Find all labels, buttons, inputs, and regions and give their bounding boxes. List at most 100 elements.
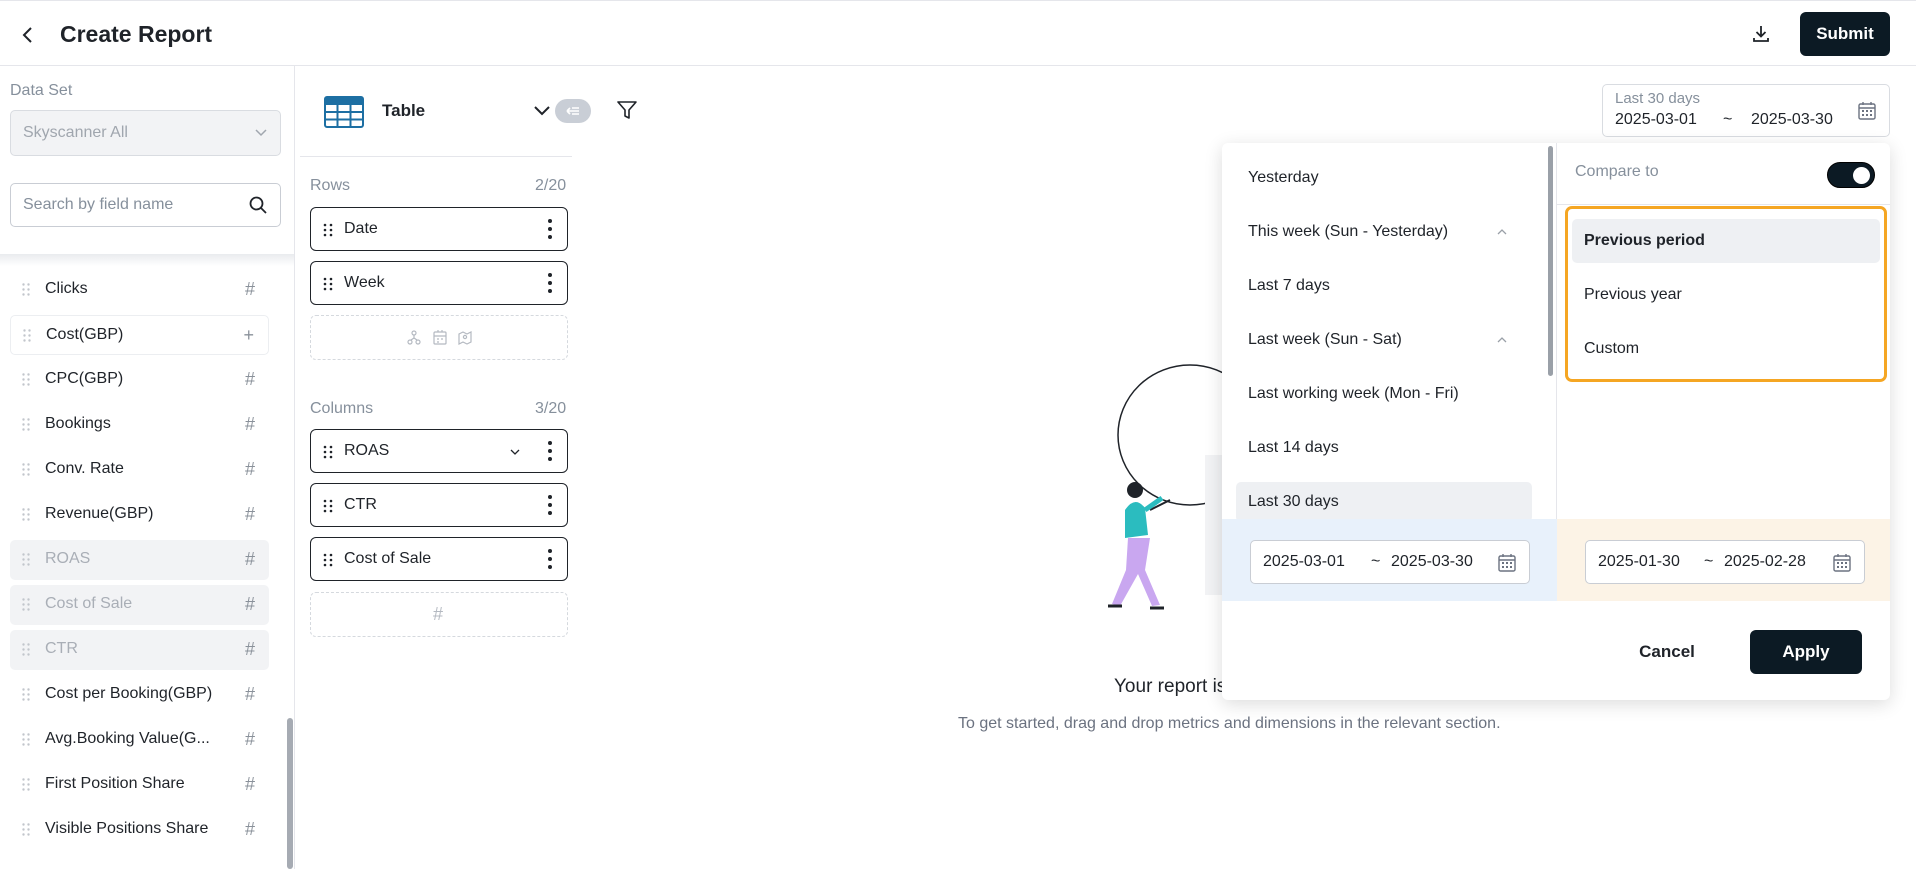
metric-type-icon: # bbox=[244, 279, 255, 299]
field-item-first-position-share[interactable]: First Position Share # bbox=[10, 765, 269, 805]
preset-last-7-days[interactable]: Last 7 days bbox=[1236, 266, 1532, 306]
metric-type-icon: # bbox=[244, 414, 255, 434]
drag-handle-icon[interactable] bbox=[22, 418, 30, 431]
preset-label: Last 30 days bbox=[1248, 493, 1339, 510]
back-icon[interactable] bbox=[18, 25, 38, 45]
metric-type-icon: # bbox=[244, 459, 255, 479]
chevron-down-icon[interactable] bbox=[533, 104, 551, 118]
column-chip-cost-of-sale[interactable]: Cost of Sale bbox=[310, 537, 568, 581]
calendar-icon[interactable] bbox=[1832, 553, 1852, 573]
submit-button[interactable]: Submit bbox=[1800, 12, 1890, 56]
rows-label: Rows bbox=[310, 177, 351, 194]
drag-handle-icon[interactable] bbox=[22, 553, 30, 566]
search-icon[interactable] bbox=[248, 195, 268, 215]
row-chip-week[interactable]: Week bbox=[310, 261, 568, 305]
columns-label: Columns bbox=[310, 400, 374, 417]
row-chip-date[interactable]: Date bbox=[310, 207, 568, 251]
drag-handle-icon[interactable] bbox=[22, 508, 30, 521]
field-item-cost-per-booking-gbp[interactable]: Cost per Booking(GBP) # bbox=[10, 675, 269, 715]
field-item-cost-of-sale[interactable]: Cost of Sale # bbox=[10, 585, 269, 625]
field-item-ctr[interactable]: CTR # bbox=[10, 630, 269, 670]
field-item-revenue-gbp[interactable]: Revenue(GBP) # bbox=[10, 495, 269, 535]
range-inputs: 2025-03-01 ~ 2025-03-30 2025-01-30 ~ 202… bbox=[1222, 519, 1890, 601]
more-vertical-icon[interactable] bbox=[547, 494, 553, 516]
rows-dropzone[interactable] bbox=[310, 315, 568, 360]
drag-handle-icon[interactable] bbox=[22, 463, 30, 476]
more-vertical-icon[interactable] bbox=[547, 548, 553, 570]
drag-handle-icon[interactable] bbox=[22, 598, 30, 611]
drag-handle-icon[interactable] bbox=[22, 688, 30, 701]
field-item-cpc-gbp[interactable]: CPC(GBP) # bbox=[10, 360, 269, 400]
date-range-trigger[interactable]: Last 30 days 2025-03-01 ~ 2025-03-30 bbox=[1602, 84, 1890, 137]
more-vertical-icon[interactable] bbox=[547, 272, 553, 294]
chevron-up-icon[interactable] bbox=[1496, 336, 1508, 344]
chevron-down-icon[interactable] bbox=[509, 447, 521, 457]
field-item-conv-rate[interactable]: Conv. Rate # bbox=[10, 450, 269, 490]
divider bbox=[1557, 204, 1890, 205]
preset-label: Yesterday bbox=[1248, 169, 1319, 186]
preset-last-30-days[interactable]: Last 30 days bbox=[1236, 482, 1532, 522]
field-item-clicks[interactable]: Clicks # bbox=[10, 270, 269, 310]
calendar-icon[interactable] bbox=[1857, 101, 1877, 121]
field-label: Cost(GBP) bbox=[46, 326, 124, 343]
drag-handle-icon[interactable] bbox=[22, 778, 30, 791]
date-range-start: 2025-03-01 bbox=[1615, 111, 1697, 128]
preset-last-working-week-mon-fri[interactable]: Last working week (Mon - Fri) bbox=[1236, 374, 1532, 414]
drag-handle-icon[interactable] bbox=[22, 373, 30, 386]
drag-handle-icon[interactable] bbox=[323, 445, 333, 459]
drag-handle-icon[interactable] bbox=[23, 329, 31, 342]
field-item-avg-booking-value-g[interactable]: Avg.Booking Value(G... # bbox=[10, 720, 269, 760]
column-chip-ctr[interactable]: CTR bbox=[310, 483, 568, 527]
table-icon bbox=[324, 96, 364, 128]
compare-option-previous-period[interactable]: Previous period bbox=[1572, 219, 1880, 263]
download-icon[interactable] bbox=[1748, 21, 1774, 47]
add-icon[interactable]: + bbox=[243, 325, 254, 346]
compare-toggle[interactable] bbox=[1827, 162, 1875, 188]
cancel-button[interactable]: Cancel bbox=[1622, 630, 1712, 674]
field-item-cost-gbp[interactable]: Cost(GBP) + bbox=[10, 315, 269, 355]
more-vertical-icon[interactable] bbox=[547, 218, 553, 240]
column-chip-roas[interactable]: ROAS bbox=[310, 429, 568, 473]
field-label: First Position Share bbox=[45, 775, 185, 792]
drag-handle-icon[interactable] bbox=[323, 277, 333, 291]
preset-last-week-sun-sat[interactable]: Last week (Sun - Sat) bbox=[1236, 320, 1532, 360]
drag-handle-icon[interactable] bbox=[323, 223, 333, 237]
search-input[interactable]: Search by field name bbox=[10, 183, 281, 227]
option-label: Custom bbox=[1584, 340, 1640, 357]
collapse-panel-toggle[interactable] bbox=[555, 99, 591, 123]
preset-last-14-days[interactable]: Last 14 days bbox=[1236, 428, 1532, 468]
preset-scrollbar[interactable] bbox=[1548, 146, 1553, 376]
filter-icon[interactable] bbox=[616, 99, 638, 121]
field-item-bookings[interactable]: Bookings # bbox=[10, 405, 269, 445]
preset-yesterday[interactable]: Yesterday bbox=[1236, 158, 1532, 198]
metric-type-icon: # bbox=[244, 774, 255, 794]
drag-handle-icon[interactable] bbox=[22, 283, 30, 296]
preset-label: Last 14 days bbox=[1248, 439, 1339, 456]
chip-label: CTR bbox=[344, 496, 377, 513]
field-label: CPC(GBP) bbox=[45, 370, 124, 387]
field-item-visible-positions-share[interactable]: Visible Positions Share # bbox=[10, 810, 269, 850]
columns-dropzone[interactable]: # bbox=[310, 592, 568, 637]
field-label: Visible Positions Share bbox=[45, 820, 209, 837]
drag-handle-icon[interactable] bbox=[22, 733, 30, 746]
date-range-separator: ~ bbox=[1723, 111, 1733, 128]
compare-option-previous-year[interactable]: Previous year bbox=[1572, 273, 1880, 317]
compare-option-custom[interactable]: Custom bbox=[1572, 327, 1880, 371]
drag-handle-icon[interactable] bbox=[22, 643, 30, 656]
apply-button[interactable]: Apply bbox=[1750, 630, 1862, 674]
viz-selector[interactable]: Table bbox=[300, 66, 591, 157]
compare-range-input[interactable]: 2025-01-30 ~ 2025-02-28 bbox=[1585, 540, 1865, 584]
chevron-up-icon[interactable] bbox=[1496, 228, 1508, 236]
sidebar-scrollbar[interactable] bbox=[287, 718, 293, 869]
dataset-select[interactable]: Skyscanner All bbox=[10, 110, 281, 156]
drag-handle-icon[interactable] bbox=[22, 823, 30, 836]
drag-handle-icon[interactable] bbox=[323, 553, 333, 567]
calendar-icon[interactable] bbox=[1497, 553, 1517, 573]
more-vertical-icon[interactable] bbox=[547, 440, 553, 462]
drag-handle-icon[interactable] bbox=[323, 499, 333, 513]
top-bar: Create Report Submit bbox=[0, 0, 1916, 66]
field-item-roas[interactable]: ROAS # bbox=[10, 540, 269, 580]
primary-range-input[interactable]: 2025-03-01 ~ 2025-03-30 bbox=[1250, 540, 1530, 584]
field-label: Revenue(GBP) bbox=[45, 505, 154, 522]
preset-this-week-sun-yesterday[interactable]: This week (Sun - Yesterday) bbox=[1236, 212, 1532, 252]
